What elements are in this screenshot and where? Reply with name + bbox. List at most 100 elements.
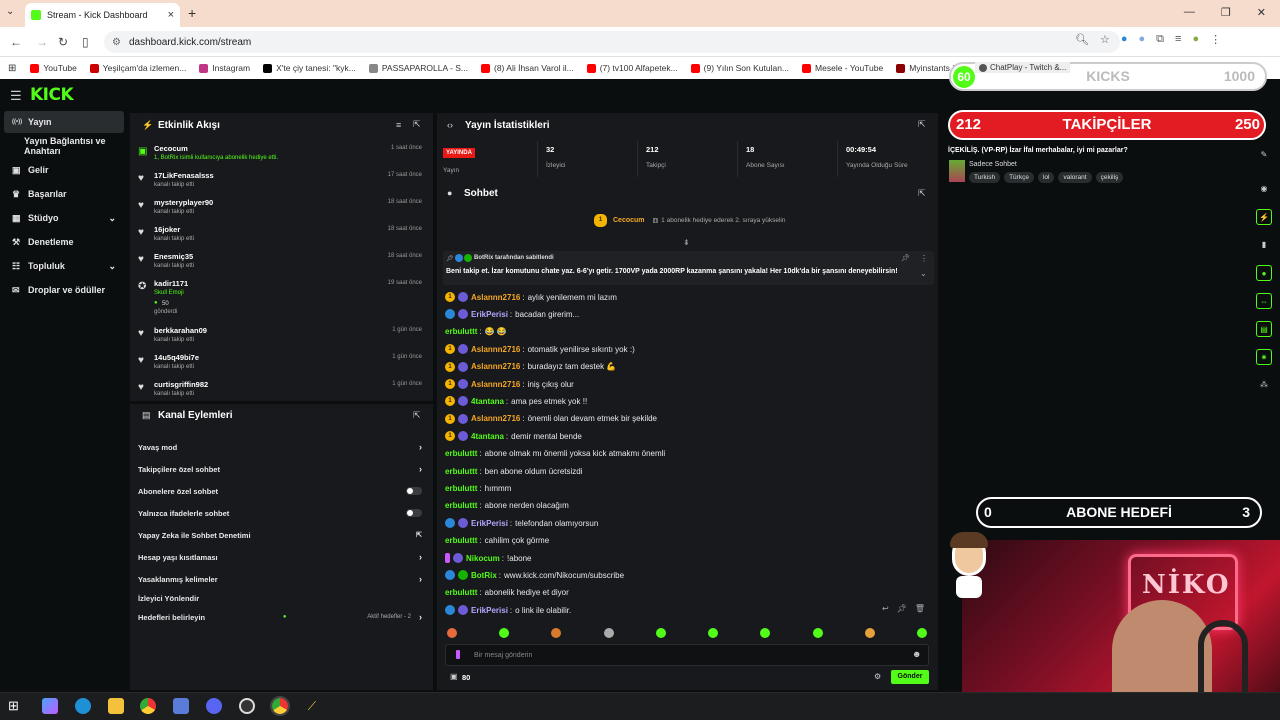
forward-icon[interactable]: →	[36, 35, 48, 49]
stream-tag[interactable]: çekiliş	[1095, 172, 1124, 183]
chat-settings-icon[interactable]: ⚙	[874, 672, 881, 681]
lightning-tool-icon[interactable]: ⚡	[1256, 209, 1272, 225]
send-button[interactable]: Gönder	[891, 670, 929, 684]
extensions-puzzle-icon[interactable]: ⧉	[1156, 33, 1164, 46]
site-info-icon[interactable]: ⚙	[112, 37, 121, 48]
delete-icon[interactable]: 🗑︎	[915, 604, 925, 613]
tab-search-icon[interactable]: ⌄	[6, 6, 14, 17]
bookmark-item[interactable]: PASSAPAROLLA - S...	[368, 63, 468, 73]
chat-username[interactable]: ErikPerisi	[471, 606, 508, 615]
emote-icon[interactable]	[655, 628, 666, 638]
profile-avatar[interactable]: ●	[1192, 33, 1199, 46]
restore-icon[interactable]: ❐	[1221, 6, 1231, 19]
chat-username[interactable]: 4tantana	[471, 397, 504, 406]
activity-username[interactable]: 17LikFenasalsss	[154, 171, 214, 180]
zoom-icon[interactable]: 🔍︎	[1075, 33, 1089, 46]
sidebar-item[interactable]: Yayın Bağlantısı ve Anahtarı	[4, 135, 124, 157]
popout-icon[interactable]: ⇱	[413, 119, 421, 130]
reading-list-icon[interactable]: ≡	[1175, 33, 1181, 46]
extension-2-icon[interactable]: ●	[1139, 33, 1146, 46]
copilot-icon[interactable]	[42, 698, 58, 714]
emote-icon[interactable]	[760, 628, 771, 638]
panel-tool-icon[interactable]: ▤	[1256, 321, 1272, 337]
activity-username[interactable]: Enesmiç35	[154, 252, 193, 261]
activity-username[interactable]: Cecocum	[154, 144, 188, 153]
new-tab-icon[interactable]: +	[188, 5, 196, 21]
channel-action-item[interactable]: Takipçilere özel sohbet ›	[138, 460, 428, 478]
stream-tag[interactable]: Türkçe	[1004, 172, 1034, 183]
emoji-icon[interactable]: ☻	[912, 649, 921, 659]
bookmark-item[interactable]: (9) Yılın Son Kutulan...	[690, 63, 789, 73]
sidebar-item[interactable]: ☷ Topluluk ⌄	[4, 255, 124, 277]
chat-username[interactable]: Aslannn2716	[471, 345, 520, 354]
pin-message-icon[interactable]: 📌︎	[897, 604, 907, 613]
chat-username[interactable]: Nikocum	[466, 554, 500, 563]
edit-icon[interactable]: ✎	[1256, 147, 1272, 163]
chat-username[interactable]: erbuluttt	[445, 588, 477, 597]
stream-category[interactable]: Sadece Sohbet	[969, 161, 1017, 168]
filter-icon[interactable]: ≡	[396, 120, 401, 130]
stream-tag[interactable]: lol	[1037, 172, 1055, 183]
extension-icon[interactable]: ●	[1121, 33, 1128, 46]
channel-action-item[interactable]: Yalnızca ifadelerle sohbet	[138, 504, 428, 522]
emote-icon[interactable]	[864, 628, 875, 638]
channel-action-item[interactable]: Abonelere özel sohbet	[138, 482, 428, 500]
back-icon[interactable]: ←	[10, 35, 22, 49]
chat-tool-icon[interactable]: ●	[1256, 265, 1272, 281]
expand-icon[interactable]: ⌄	[920, 269, 927, 278]
menu-icon[interactable]: ⋮	[1210, 33, 1221, 46]
hamburger-menu-icon[interactable]: ☰	[10, 88, 22, 104]
sidebar-item[interactable]: ▦ Stüdyo ⌄	[4, 207, 124, 229]
channel-action-item[interactable]: Yavaş mod ›	[138, 438, 428, 456]
store-icon[interactable]	[173, 698, 189, 714]
emote-icon[interactable]	[916, 628, 927, 638]
chat-username[interactable]: ErikPerisi	[471, 310, 508, 319]
chat-username[interactable]: erbuluttt	[445, 467, 477, 476]
reply-icon[interactable]: ↩	[882, 604, 889, 613]
toggle-switch[interactable]	[406, 487, 422, 495]
chat-username[interactable]: erbuluttt	[445, 449, 477, 458]
bookmark-item[interactable]: Instagram	[199, 63, 250, 73]
sidebar-item[interactable]: ((•)) Yayın	[4, 111, 124, 133]
chat-username[interactable]: erbuluttt	[445, 484, 477, 493]
activity-username[interactable]: berkkarahan09	[154, 326, 207, 335]
chat-username[interactable]: Aslannn2716	[471, 293, 520, 302]
stream-tag[interactable]: valorant	[1058, 172, 1092, 183]
document-icon[interactable]: ▮	[1256, 237, 1272, 253]
channel-action-item[interactable]: İzleyici Yönlendir	[138, 589, 428, 607]
popout-icon[interactable]: ⇱	[918, 119, 926, 130]
windows-start-icon[interactable]: ⊞	[8, 698, 24, 714]
chat-input[interactable]: Bir mesaj gönderin ☻	[445, 644, 929, 666]
channel-action-item[interactable]: Hedefleri belirleyin ● Aktif hedefler - 2 ›	[138, 608, 428, 626]
browser-tab[interactable]: Stream - Kick Dashboard ×	[25, 3, 180, 27]
chrome-icon[interactable]	[140, 698, 156, 714]
file-explorer-icon[interactable]	[108, 698, 124, 714]
popout-icon[interactable]: ⇱	[918, 188, 926, 199]
activity-username[interactable]: curtisgriffin982	[154, 380, 208, 389]
link-tool-icon[interactable]: ⇔	[1256, 293, 1272, 309]
popout-icon[interactable]: ⇱	[413, 410, 421, 421]
channel-action-item[interactable]: Yasaklanmış kelimeler ›	[138, 570, 428, 588]
apps-grid-icon[interactable]: ⊞	[8, 63, 16, 74]
pin-toggle-icon[interactable]: ⇟	[683, 238, 690, 247]
bookmark-item[interactable]: YouTube	[30, 63, 77, 73]
emote-icon[interactable]	[499, 628, 510, 638]
discord-icon[interactable]	[206, 698, 222, 714]
app-icon[interactable]: ⟋	[304, 698, 320, 714]
bookmark-item[interactable]: Yeşilçam'da izlemen...	[89, 63, 186, 73]
emote-icon[interactable]	[708, 628, 719, 638]
chat-username[interactable]: erbuluttt	[445, 327, 477, 336]
bookmark-item[interactable]: (7) tv100 Alfapetek...	[586, 63, 678, 73]
chat-username[interactable]: Aslannn2716	[471, 414, 520, 423]
reload-icon[interactable]: ↻	[58, 35, 68, 49]
edge-icon[interactable]	[75, 698, 91, 714]
kicks-balance[interactable]: 80	[462, 673, 470, 682]
bookmark-chatplay[interactable]: ChatPlay - Twitch &...	[975, 62, 1071, 73]
chat-username[interactable]: Aslannn2716	[471, 380, 520, 389]
kick-logo[interactable]: KICK	[30, 85, 74, 105]
wrench-tool-icon[interactable]: ✷	[1256, 349, 1272, 365]
sidepanel-icon[interactable]: ▯	[82, 35, 89, 49]
emote-icon[interactable]	[551, 628, 562, 638]
chrome-active-icon[interactable]	[270, 696, 290, 716]
toggle-switch[interactable]	[406, 509, 422, 517]
